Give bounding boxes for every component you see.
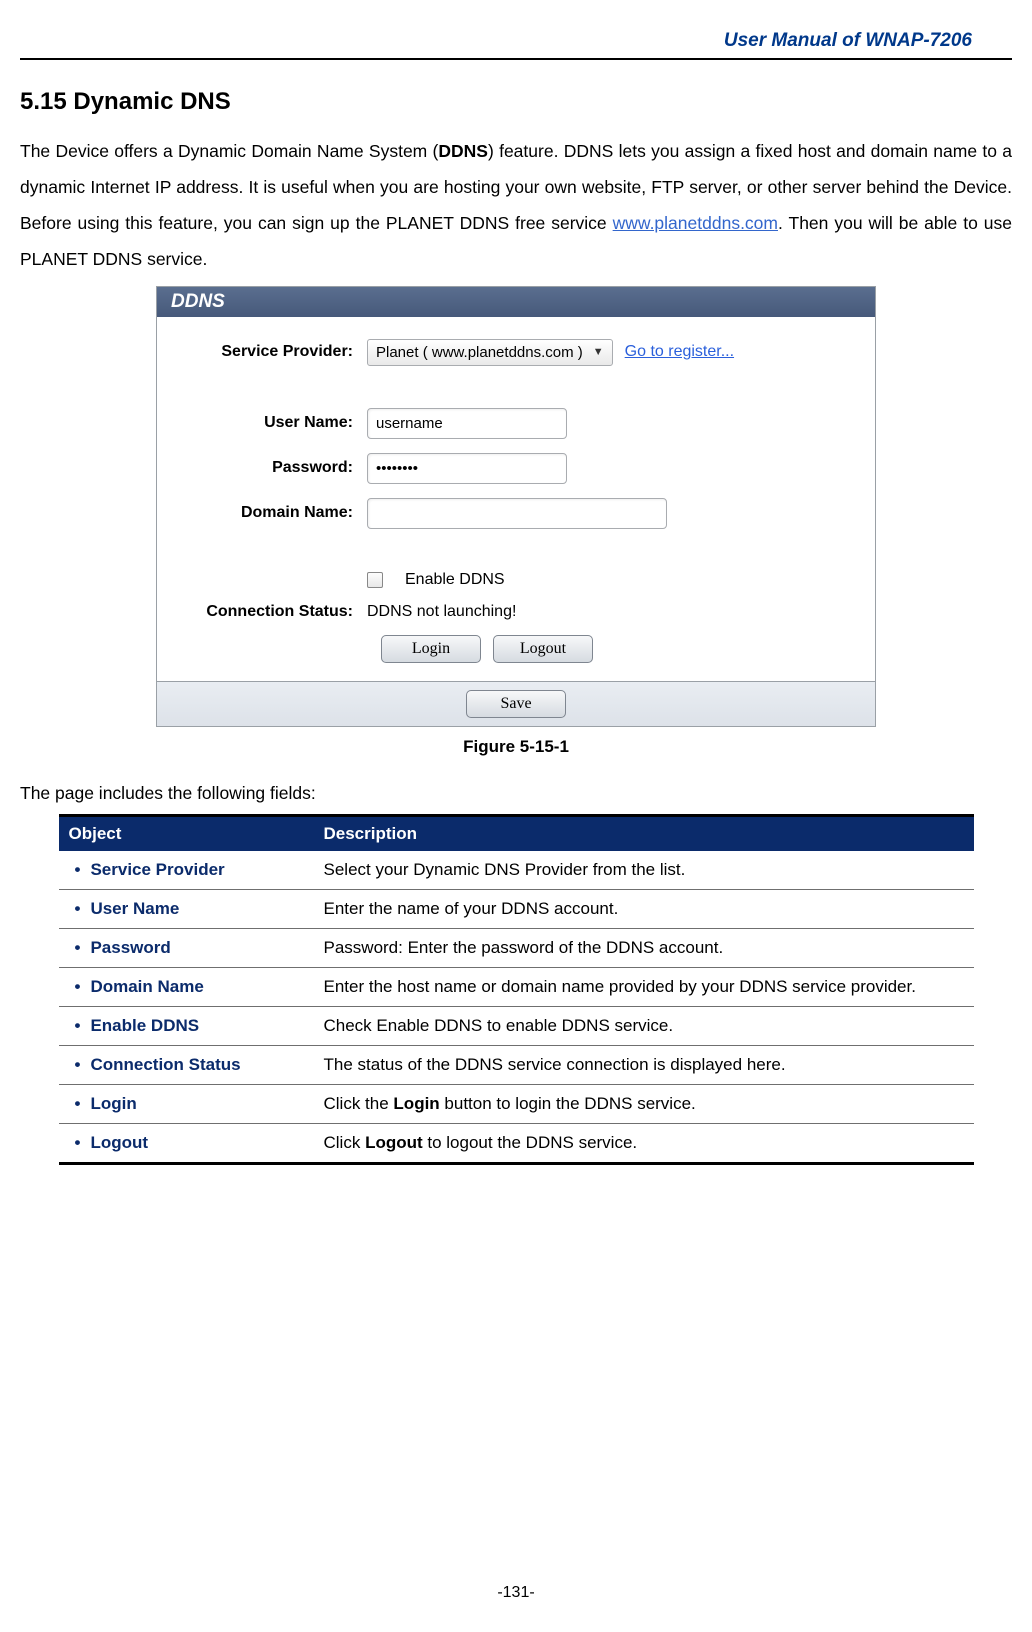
table-row: Enable DDNSCheck Enable DDNS to enable D…: [59, 1006, 974, 1045]
col-description: Description: [314, 815, 974, 851]
table-row: Service ProviderSelect your Dynamic DNS …: [59, 851, 974, 890]
table-row: User NameEnter the name of your DDNS acc…: [59, 889, 974, 928]
object-cell: User Name: [59, 889, 314, 928]
service-provider-selected: Planet ( www.planetddns.com ): [376, 344, 583, 361]
service-provider-dropdown[interactable]: Planet ( www.planetddns.com ) ▼: [367, 339, 613, 366]
col-object: Object: [59, 815, 314, 851]
domain-name-input[interactable]: [367, 498, 667, 529]
description-cell: Enter the host name or domain name provi…: [314, 967, 974, 1006]
table-row: LoginClick the Login button to login the…: [59, 1084, 974, 1123]
figure-caption: Figure 5-15-1: [20, 737, 1012, 757]
object-cell: Password: [59, 928, 314, 967]
planetddns-link[interactable]: www.planetddns.com: [613, 213, 778, 233]
description-cell: Password: Enter the password of the DDNS…: [314, 928, 974, 967]
description-cell: The status of the DDNS service connectio…: [314, 1045, 974, 1084]
description-cell: Click the Login button to login the DDNS…: [314, 1084, 974, 1123]
table-row: PasswordPassword: Enter the password of …: [59, 928, 974, 967]
description-cell: Select your Dynamic DNS Provider from th…: [314, 851, 974, 890]
fields-intro: The page includes the following fields:: [20, 783, 1012, 804]
ddns-panel: DDNS Service Provider: Planet ( www.plan…: [156, 286, 876, 727]
label-service-provider: Service Provider:: [177, 343, 367, 361]
chevron-down-icon: ▼: [593, 346, 604, 358]
description-cell: Click Logout to logout the DDNS service.: [314, 1123, 974, 1163]
label-password: Password:: [177, 459, 367, 477]
section-intro: The Device offers a Dynamic Domain Name …: [20, 134, 1012, 278]
save-button[interactable]: Save: [466, 690, 566, 718]
table-row: Connection StatusThe status of the DDNS …: [59, 1045, 974, 1084]
description-cell: Enter the name of your DDNS account.: [314, 889, 974, 928]
ddns-panel-title: DDNS: [157, 287, 875, 317]
label-user-name: User Name:: [177, 414, 367, 432]
page-number: -131-: [0, 1584, 1032, 1602]
object-cell: Enable DDNS: [59, 1006, 314, 1045]
label-domain-name: Domain Name:: [177, 504, 367, 522]
table-row: LogoutClick Logout to logout the DDNS se…: [59, 1123, 974, 1163]
header-rule: [20, 58, 1012, 60]
connection-status-value: DDNS not launching!: [367, 603, 516, 621]
go-to-register-link[interactable]: Go to register...: [625, 343, 734, 361]
logout-button[interactable]: Logout: [493, 635, 593, 663]
label-connection-status: Connection Status:: [177, 603, 367, 621]
enable-ddns-checkbox[interactable]: [367, 572, 383, 588]
username-input[interactable]: [367, 408, 567, 439]
password-input[interactable]: [367, 453, 567, 484]
section-heading: 5.15 Dynamic DNS: [20, 88, 1012, 116]
enable-ddns-label: Enable DDNS: [405, 571, 505, 589]
manual-header-title: User Manual of WNAP-7206: [20, 30, 1012, 58]
object-cell: Domain Name: [59, 967, 314, 1006]
fields-table: Object Description Service ProviderSelec…: [59, 814, 974, 1165]
object-cell: Connection Status: [59, 1045, 314, 1084]
object-cell: Login: [59, 1084, 314, 1123]
description-cell: Check Enable DDNS to enable DDNS service…: [314, 1006, 974, 1045]
table-row: Domain NameEnter the host name or domain…: [59, 967, 974, 1006]
object-cell: Logout: [59, 1123, 314, 1163]
login-button[interactable]: Login: [381, 635, 481, 663]
object-cell: Service Provider: [59, 851, 314, 890]
